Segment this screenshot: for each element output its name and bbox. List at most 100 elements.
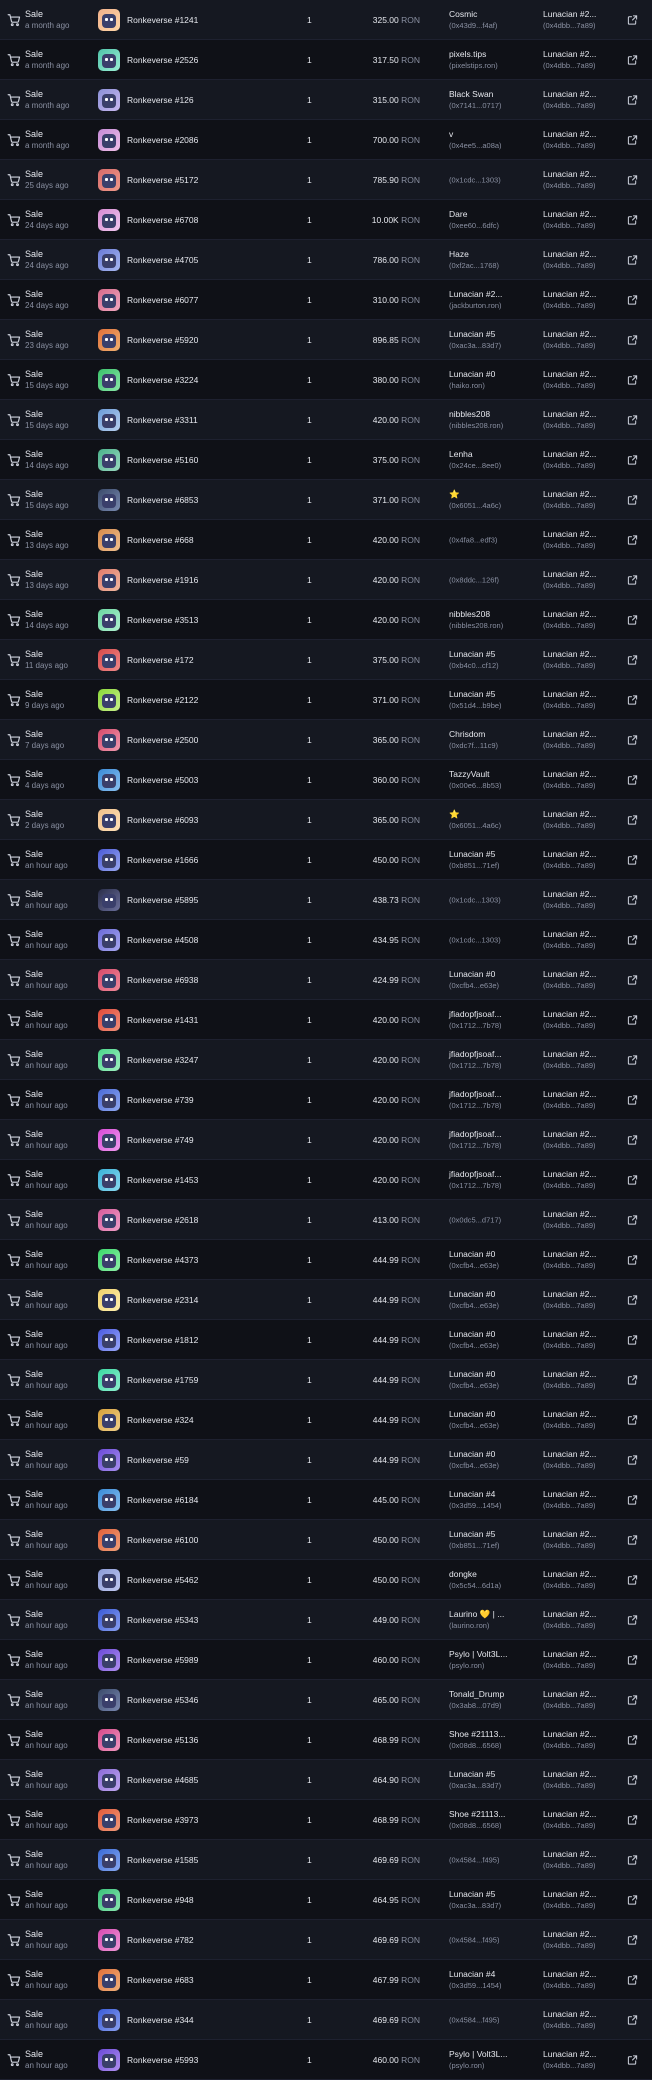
from-address[interactable]: (psylo.ron) <box>449 2060 507 2071</box>
table-row[interactable]: Sale 4 days ago Ronkeverse #5003 1 360.00 RO… <box>0 760 652 800</box>
table-row[interactable]: Sale an hour ago Ronkeverse #1431 1 420.00 R… <box>0 1000 652 1040</box>
to-name[interactable]: Lunacian #2... <box>543 1729 596 1740</box>
from-cell[interactable]: (0x4584...f495) <box>449 1934 499 1945</box>
table-row[interactable]: Sale 23 days ago Ronkeverse #5920 1 896.85 R… <box>0 320 652 360</box>
from-address[interactable]: (0x24ce...8ee0) <box>449 460 501 471</box>
to-address[interactable]: (0x4dbb...7a89) <box>543 1220 596 1231</box>
item-name-link[interactable]: Ronkeverse #2526 <box>127 55 198 65</box>
from-address[interactable]: (nibbles208.ron) <box>449 620 503 631</box>
to-cell[interactable]: Lunacian #2... (0x4dbb...7a89) <box>543 2009 596 2031</box>
external-link-icon[interactable] <box>627 94 638 105</box>
table-row[interactable]: Sale 7 days ago Ronkeverse #2500 1 365.00 RO… <box>0 720 652 760</box>
external-link-icon[interactable] <box>627 934 638 945</box>
to-address[interactable]: (0x4dbb...7a89) <box>543 580 596 591</box>
nft-thumbnail[interactable] <box>98 1128 120 1151</box>
from-cell[interactable]: jfiadopfjsoaf... (0x1712...7b78) <box>449 1169 502 1191</box>
external-link-icon[interactable] <box>627 1374 638 1385</box>
to-name[interactable]: Lunacian #2... <box>543 489 596 500</box>
to-address[interactable]: (0x4dbb...7a89) <box>543 460 596 471</box>
to-name[interactable]: Lunacian #2... <box>543 2009 596 2020</box>
to-name[interactable]: Lunacian #2... <box>543 1489 596 1500</box>
from-address[interactable]: (0xac3a...83d7) <box>449 1780 501 1791</box>
nft-thumbnail[interactable] <box>98 1968 120 1991</box>
from-name[interactable]: Lunacian #4 <box>449 1489 502 1500</box>
table-row[interactable]: Sale an hour ago Ronkeverse #4685 1 464.90 R… <box>0 1760 652 1800</box>
from-address[interactable]: (0x00e6...8b53) <box>449 780 502 791</box>
external-link-icon[interactable] <box>627 614 638 625</box>
to-cell[interactable]: Lunacian #2... (0x4dbb...7a89) <box>543 569 596 591</box>
from-cell[interactable]: Lunacian #0 (0xcfb4...e63e) <box>449 969 499 991</box>
nft-thumbnail[interactable] <box>98 1728 120 1751</box>
to-name[interactable]: Lunacian #2... <box>543 1529 596 1540</box>
from-cell[interactable]: ⭐ (0x6051...4a6c) <box>449 809 501 831</box>
to-name[interactable]: Lunacian #2... <box>543 1969 596 1980</box>
to-cell[interactable]: Lunacian #2... (0x4dbb...7a89) <box>543 809 596 831</box>
external-link-icon[interactable] <box>627 1894 638 1905</box>
to-cell[interactable]: Lunacian #2... (0x4dbb...7a89) <box>543 9 596 31</box>
to-cell[interactable]: Lunacian #2... (0x4dbb...7a89) <box>543 289 596 311</box>
nft-thumbnail[interactable] <box>98 1928 120 1951</box>
to-address[interactable]: (0x4dbb...7a89) <box>543 1300 596 1311</box>
item-name-link[interactable]: Ronkeverse #2618 <box>127 1215 198 1225</box>
to-name[interactable]: Lunacian #2... <box>543 1849 596 1860</box>
to-address[interactable]: (0x4dbb...7a89) <box>543 1140 596 1151</box>
external-link-icon[interactable] <box>627 894 638 905</box>
item-name-link[interactable]: Ronkeverse #3973 <box>127 1815 198 1825</box>
from-address[interactable]: (0x5c54...6d1a) <box>449 1580 501 1591</box>
to-cell[interactable]: Lunacian #2... (0x4dbb...7a89) <box>543 1049 596 1071</box>
item-name-link[interactable]: Ronkeverse #3247 <box>127 1055 198 1065</box>
from-name[interactable]: dongke <box>449 1569 501 1580</box>
to-address[interactable]: (0x4dbb...7a89) <box>543 1340 596 1351</box>
table-row[interactable]: Sale an hour ago Ronkeverse #739 1 420.00 RO… <box>0 1080 652 1120</box>
from-cell[interactable]: TazzyVault (0x00e6...8b53) <box>449 769 502 791</box>
item-name-link[interactable]: Ronkeverse #324 <box>127 1415 194 1425</box>
from-name[interactable]: Lunacian #5 <box>449 329 501 340</box>
to-name[interactable]: Lunacian #2... <box>543 929 596 940</box>
item-name-link[interactable]: Ronkeverse #6853 <box>127 495 198 505</box>
nft-thumbnail[interactable] <box>98 1648 120 1671</box>
to-cell[interactable]: Lunacian #2... (0x4dbb...7a89) <box>543 689 596 711</box>
to-address[interactable]: (0x4dbb...7a89) <box>543 660 596 671</box>
from-address[interactable]: (0x8ddc...126f) <box>449 574 499 585</box>
nft-thumbnail[interactable] <box>98 1528 120 1551</box>
table-row[interactable]: Sale 14 days ago Ronkeverse #3513 1 420.00 R… <box>0 600 652 640</box>
from-address[interactable]: (0x1712...7b78) <box>449 1020 502 1031</box>
nft-thumbnail[interactable] <box>98 1888 120 1911</box>
nft-thumbnail[interactable] <box>98 1048 120 1071</box>
from-name[interactable]: Shoe #21113... <box>449 1809 505 1820</box>
to-name[interactable]: Lunacian #2... <box>543 569 596 580</box>
to-cell[interactable]: Lunacian #2... (0x4dbb...7a89) <box>543 449 596 471</box>
external-link-icon[interactable] <box>627 1254 638 1265</box>
from-cell[interactable]: Lunacian #5 (0xac3a...83d7) <box>449 1769 501 1791</box>
from-cell[interactable]: nibbles208 (nibbles208.ron) <box>449 609 503 631</box>
to-name[interactable]: Lunacian #2... <box>543 1329 596 1340</box>
from-cell[interactable]: (0x1cdc...1303) <box>449 174 501 185</box>
to-cell[interactable]: Lunacian #2... (0x4dbb...7a89) <box>543 1329 596 1351</box>
item-name-link[interactable]: Ronkeverse #6100 <box>127 1535 198 1545</box>
from-name[interactable]: ⭐ <box>449 489 501 500</box>
from-address[interactable]: (0x1712...7b78) <box>449 1060 502 1071</box>
to-cell[interactable]: Lunacian #2... (0x4dbb...7a89) <box>543 1529 596 1551</box>
from-address[interactable]: (jackburton.ron) <box>449 300 502 311</box>
to-address[interactable]: (0x4dbb...7a89) <box>543 860 596 871</box>
from-cell[interactable]: (0x4584...f495) <box>449 2014 499 2025</box>
table-row[interactable]: Sale a month ago Ronkeverse #126 1 315.00 RO… <box>0 80 652 120</box>
from-cell[interactable]: Psylo | Volt3L... (psylo.ron) <box>449 1649 507 1671</box>
to-cell[interactable]: Lunacian #2... (0x4dbb...7a89) <box>543 249 596 271</box>
to-name[interactable]: Lunacian #2... <box>543 129 596 140</box>
to-address[interactable]: (0x4dbb...7a89) <box>543 740 596 751</box>
item-name-link[interactable]: Ronkeverse #2086 <box>127 135 198 145</box>
item-name-link[interactable]: Ronkeverse #5343 <box>127 1615 198 1625</box>
to-address[interactable]: (0x4dbb...7a89) <box>543 980 596 991</box>
from-name[interactable]: Lunacian #5 <box>449 849 499 860</box>
from-name[interactable]: Lunacian #0 <box>449 1289 499 1300</box>
to-address[interactable]: (0x4dbb...7a89) <box>543 20 596 31</box>
from-address[interactable]: (0xb4c0...cf12) <box>449 660 499 671</box>
nft-thumbnail[interactable] <box>98 368 120 391</box>
from-cell[interactable]: jfiadopfjsoaf... (0x1712...7b78) <box>449 1049 502 1071</box>
to-cell[interactable]: Lunacian #2... (0x4dbb...7a89) <box>543 369 596 391</box>
item-name-link[interactable]: Ronkeverse #126 <box>127 95 194 105</box>
to-name[interactable]: Lunacian #2... <box>543 1249 596 1260</box>
from-name[interactable]: Dare <box>449 209 499 220</box>
from-cell[interactable]: Lunacian #0 (0xcfb4...e63e) <box>449 1369 499 1391</box>
